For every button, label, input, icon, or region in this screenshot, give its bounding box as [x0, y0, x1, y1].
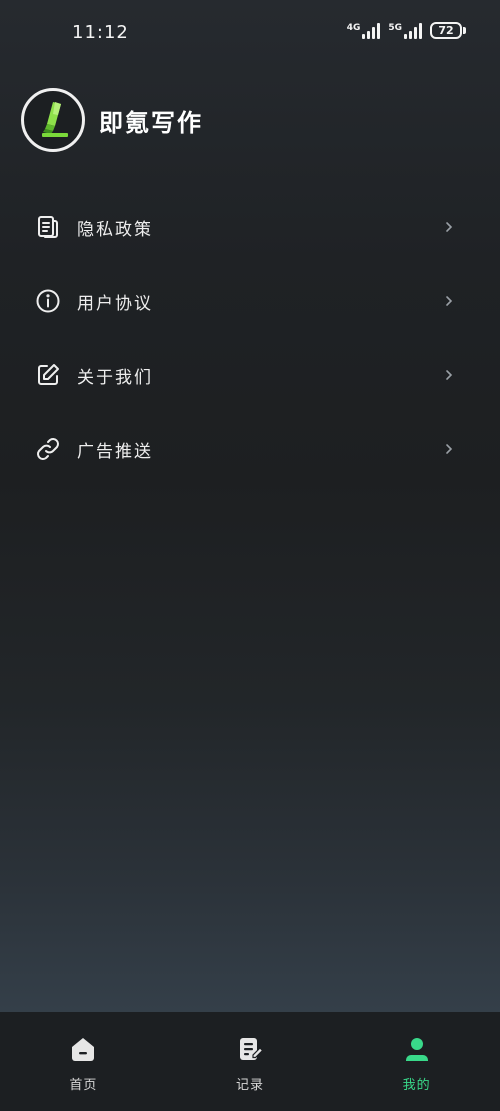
menu-item-about-us[interactable]: 关于我们	[0, 338, 500, 412]
tab-records[interactable]: 记录	[167, 1012, 334, 1111]
menu-item-label: 关于我们	[77, 367, 153, 388]
chevron-right-icon	[444, 294, 454, 308]
battery-level: 72	[430, 22, 462, 39]
notes-icon	[235, 1034, 265, 1064]
user-icon	[402, 1034, 432, 1064]
signal-bars-icon	[404, 22, 422, 39]
chevron-right-icon	[444, 220, 454, 234]
menu-item-label: 隐私政策	[77, 219, 153, 240]
signal-4g: 4G	[346, 22, 381, 39]
signal-5g: 5G	[388, 22, 422, 39]
chevron-right-icon	[444, 368, 454, 382]
settings-menu: 隐私政策 用户协议 关于我们 广告推送	[0, 190, 500, 486]
document-icon	[34, 213, 62, 241]
menu-item-user-agreement[interactable]: 用户协议	[0, 264, 500, 338]
status-bar: 11:12 4G 5G 72	[0, 0, 500, 64]
tab-label: 首页	[69, 1078, 98, 1093]
app-name: 即氪写作	[99, 108, 203, 137]
highlighter-icon	[21, 88, 85, 152]
tab-label: 记录	[236, 1078, 265, 1093]
signal-bars-icon	[362, 22, 381, 39]
info-icon	[34, 287, 62, 315]
network-label-5g: 5G	[388, 22, 402, 33]
menu-item-label: 广告推送	[77, 441, 153, 462]
status-time: 11:12	[72, 22, 129, 43]
battery-icon: 72	[430, 22, 466, 39]
network-label-4g: 4G	[346, 22, 361, 33]
chevron-right-icon	[444, 442, 454, 456]
status-indicators: 4G 5G 72	[347, 22, 466, 39]
bottom-nav: 首页 记录 我的	[0, 1012, 500, 1111]
menu-item-privacy-policy[interactable]: 隐私政策	[0, 190, 500, 264]
edit-icon	[34, 361, 62, 389]
tab-label: 我的	[402, 1078, 431, 1093]
tab-home[interactable]: 首页	[0, 1012, 167, 1111]
home-icon	[68, 1034, 98, 1064]
tab-mine[interactable]: 我的	[333, 1012, 500, 1111]
menu-item-ad-push[interactable]: 广告推送	[0, 412, 500, 486]
menu-item-label: 用户协议	[77, 293, 153, 314]
link-icon	[34, 435, 62, 463]
app-header: 即氪写作	[21, 88, 203, 152]
